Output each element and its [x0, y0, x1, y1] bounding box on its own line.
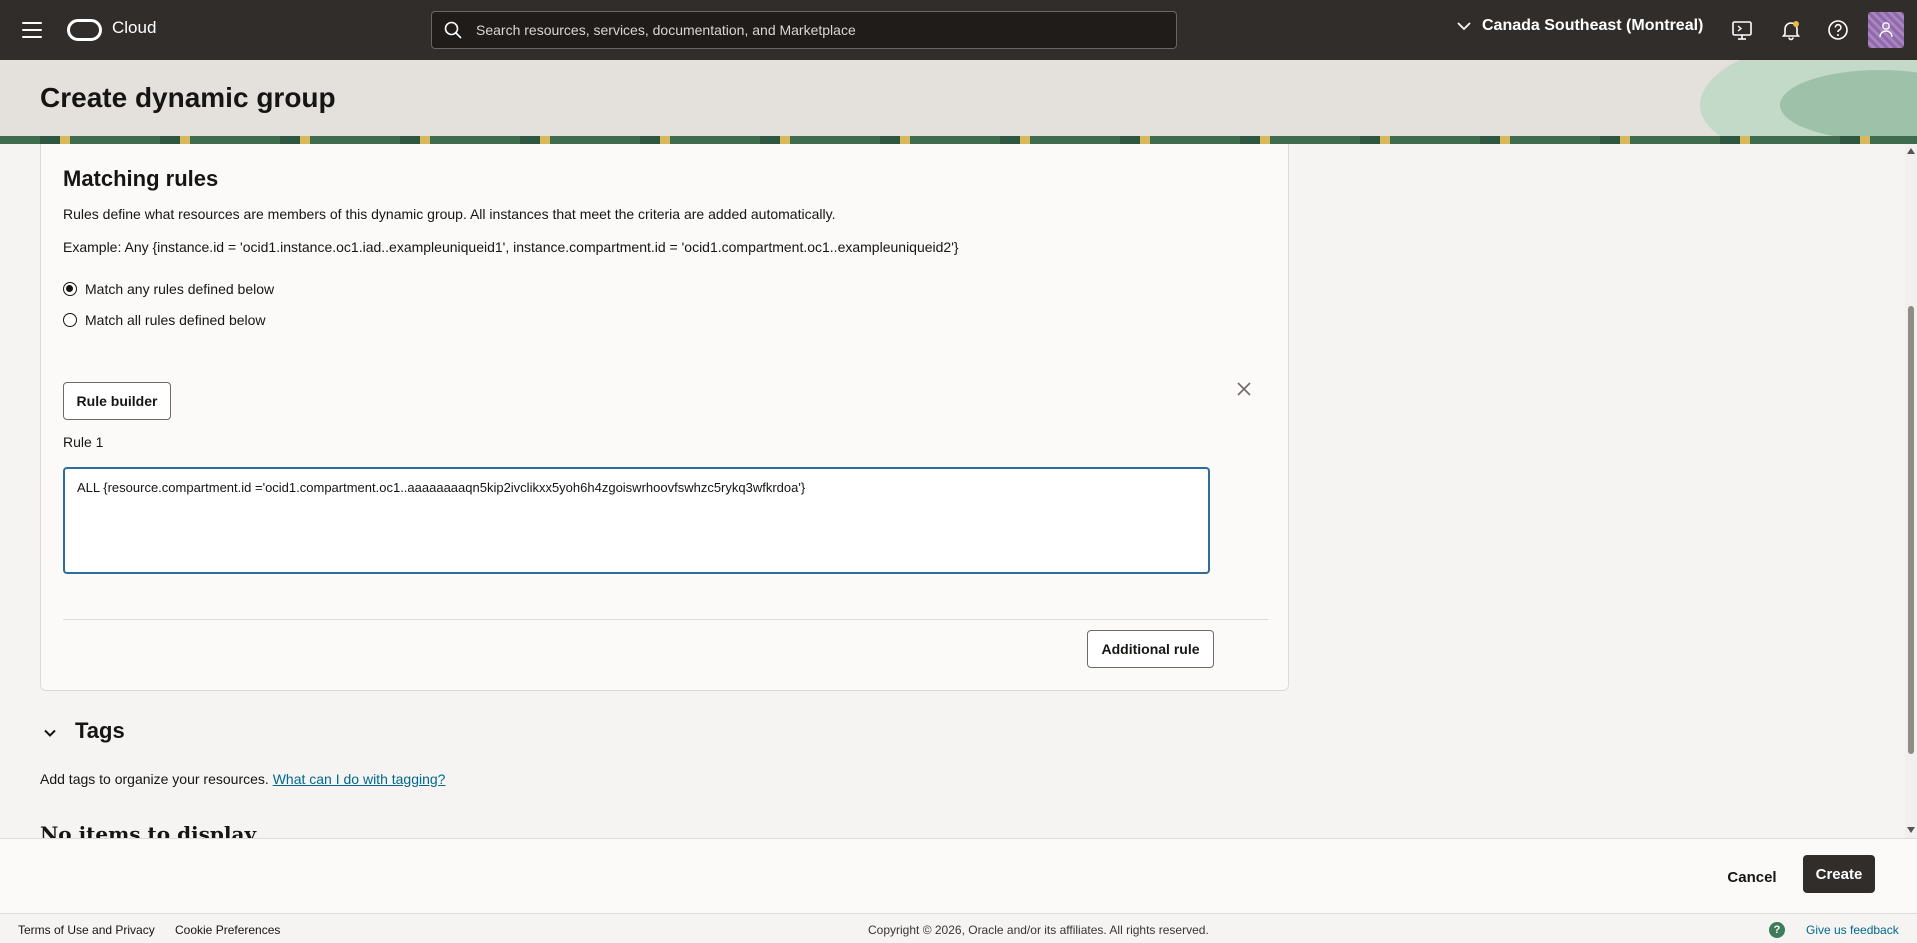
page-title: Create dynamic group — [40, 82, 336, 113]
brand-name[interactable]: Cloud — [112, 18, 156, 38]
chevron-down-icon[interactable] — [40, 723, 60, 743]
hamburger-menu-icon[interactable] — [20, 19, 44, 41]
footer: Terms of Use and Privacy Cookie Preferen… — [0, 913, 1917, 943]
tags-description: Add tags to organize your resources. Wha… — [40, 771, 445, 787]
tagging-help-link[interactable]: What can I do with tagging? — [273, 771, 446, 787]
feedback-link[interactable]: Give us feedback — [1806, 923, 1899, 937]
scroll-up-arrow-icon[interactable] — [1907, 148, 1915, 154]
region-selector[interactable]: Canada Southeast (Montreal) — [1456, 17, 1703, 35]
search-input[interactable]: Search resources, services, documentatio… — [431, 11, 1177, 49]
page-scrollbar[interactable] — [1905, 144, 1917, 838]
tags-empty-heading: No items to display — [40, 822, 257, 838]
chevron-down-icon — [1457, 22, 1471, 31]
oracle-logo-icon[interactable] — [67, 19, 102, 41]
radio-label: Match all rules defined below — [85, 312, 266, 328]
rule-builder-button[interactable]: Rule builder — [63, 382, 171, 420]
divider — [63, 619, 1268, 620]
matching-rules-card: Matching rules Rules define what resourc… — [40, 144, 1289, 691]
top-navigation-bar: Cloud Search resources, services, docume… — [0, 0, 1917, 60]
search-icon — [444, 21, 462, 39]
radio-label: Match any rules defined below — [85, 281, 275, 297]
matching-rules-title: Matching rules — [63, 166, 219, 191]
search-placeholder: Search resources, services, documentatio… — [476, 22, 856, 38]
rule-1-textarea[interactable]: ALL {resource.compartment.id ='ocid1.com… — [63, 467, 1210, 574]
radio-match-any[interactable]: Match any rules defined below — [63, 281, 274, 297]
header-pattern-band — [0, 136, 1917, 144]
feedback-help-icon[interactable]: ? — [1769, 922, 1785, 938]
radio-match-all[interactable]: Match all rules defined below — [63, 312, 266, 328]
copyright-text: Copyright © 2026, Oracle and/or its affi… — [868, 923, 1209, 937]
tags-description-text: Add tags to organize your resources. — [40, 771, 269, 787]
cloud-shell-icon[interactable] — [1730, 18, 1754, 42]
region-label: Canada Southeast (Montreal) — [1482, 17, 1704, 34]
additional-rule-button[interactable]: Additional rule — [1087, 630, 1214, 668]
scroll-down-arrow-icon[interactable] — [1907, 827, 1915, 833]
help-icon[interactable] — [1826, 18, 1850, 42]
create-button[interactable]: Create — [1803, 855, 1875, 893]
cancel-button[interactable]: Cancel — [1714, 861, 1790, 893]
terms-link[interactable]: Terms of Use and Privacy — [18, 923, 155, 937]
radio-button[interactable] — [63, 313, 77, 327]
user-icon — [1879, 22, 1893, 38]
tags-title[interactable]: Tags — [75, 718, 125, 744]
close-icon[interactable] — [1235, 380, 1253, 398]
rule-1-label: Rule 1 — [63, 434, 104, 450]
cookie-preferences-link[interactable]: Cookie Preferences — [175, 923, 280, 937]
matching-rules-example: Example: Any {instance.id = 'ocid1.insta… — [63, 239, 959, 255]
matching-rules-description: Rules define what resources are members … — [63, 206, 836, 222]
notifications-bell-icon[interactable] — [1779, 18, 1803, 42]
radio-button-checked[interactable] — [63, 282, 77, 296]
page-header: Create dynamic group — [0, 60, 1917, 144]
form-action-bar: Cancel Create — [0, 838, 1917, 913]
scroll-thumb[interactable] — [1908, 306, 1914, 754]
user-avatar[interactable] — [1868, 12, 1904, 48]
main-content: Matching rules Rules define what resourc… — [0, 144, 1917, 838]
